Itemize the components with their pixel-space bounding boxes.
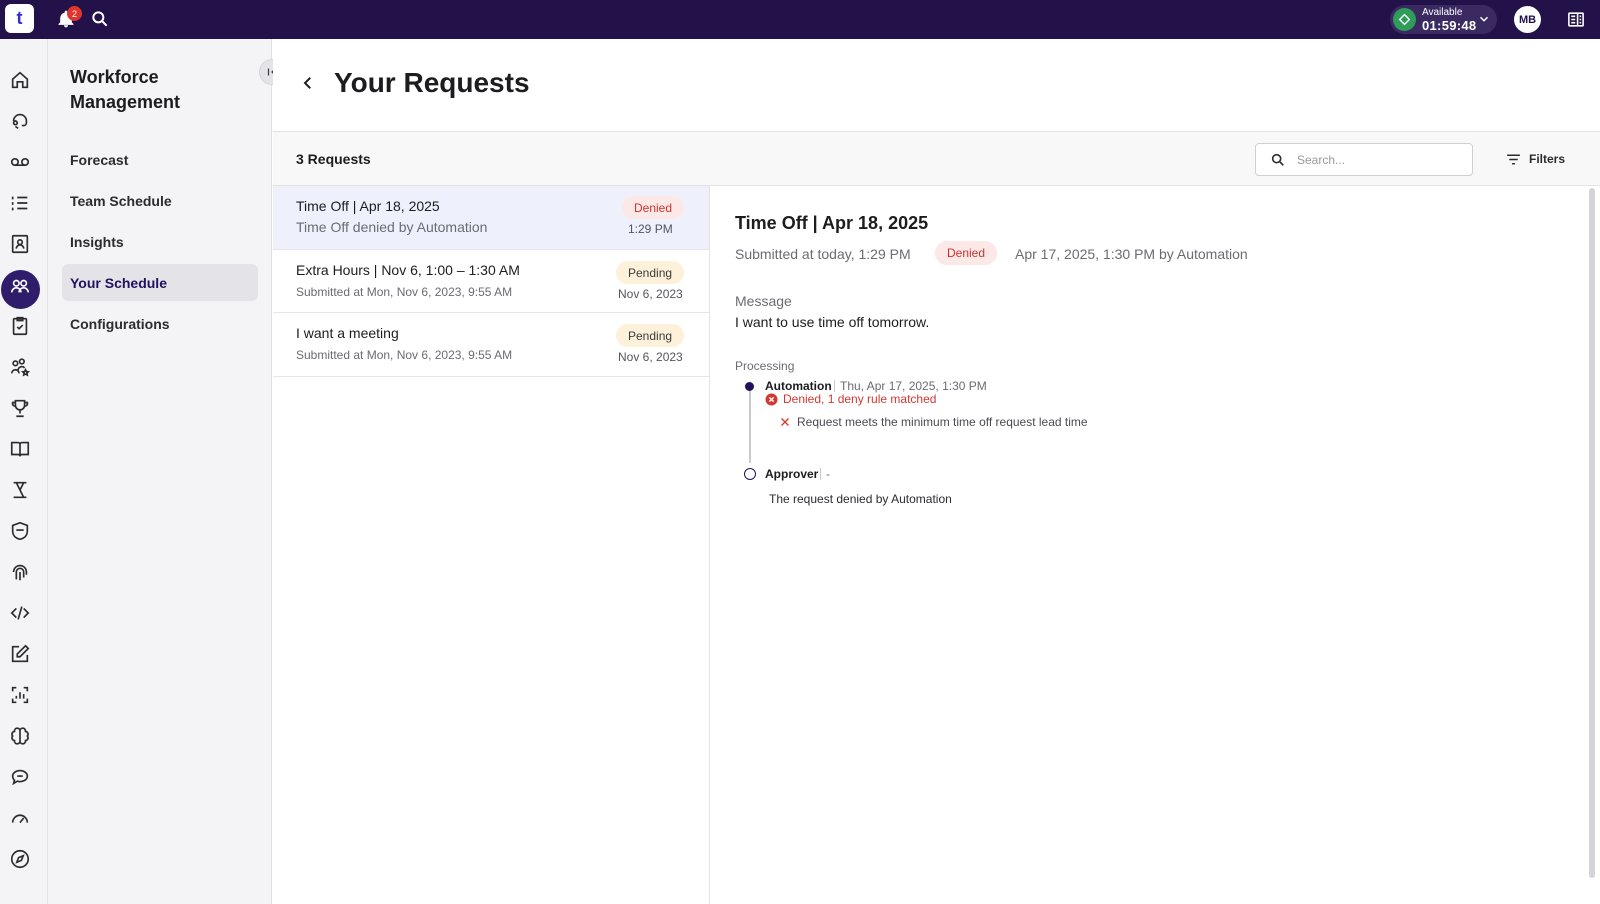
request-title: Extra Hours | Nov 6, 1:00 – 1:30 AM (296, 262, 520, 278)
page-title: Your Requests (334, 67, 530, 98)
request-subtitle: Time Off denied by Automation (296, 219, 488, 235)
step-name: Approver (765, 467, 819, 481)
step-name: Automation (765, 379, 832, 393)
request-item[interactable]: Extra Hours | Nov 6, 1:00 – 1:30 AM Subm… (273, 250, 709, 313)
search-icon[interactable] (90, 9, 110, 29)
dashboard-gauge-icon[interactable] (9, 807, 31, 829)
request-title: Time Off | Apr 18, 2025 (296, 198, 440, 214)
logo-letter: t (16, 8, 23, 28)
requests-toolbar: 3 Requests Filters (273, 132, 1600, 186)
voicemail-icon[interactable] (9, 151, 31, 173)
status-badge: Pending (616, 324, 685, 347)
edit-icon[interactable] (9, 643, 31, 665)
request-subtitle: Submitted at Mon, Nov 6, 2023, 9:55 AM (296, 285, 513, 299)
user-avatar[interactable]: MB (1514, 6, 1541, 33)
timeline-dot-filled (745, 382, 754, 391)
status-timer: 01:59:48 (1422, 18, 1477, 33)
step-meta: - (826, 467, 830, 481)
module-sidebar: Workforce Management Forecast Team Sched… (48, 39, 285, 904)
workforce-icon[interactable] (9, 275, 31, 297)
analytics-icon[interactable] (9, 684, 31, 706)
detail-scrollbar[interactable] (1589, 188, 1595, 878)
request-detail: Time Off | Apr 18, 2025 Submitted at tod… (711, 186, 1589, 904)
routing-icon[interactable] (9, 479, 31, 501)
book-icon[interactable] (9, 438, 31, 460)
filters-label: Filters (1529, 152, 1566, 166)
search-icon (1271, 153, 1284, 166)
step-meta: Thu, Apr 17, 2025, 1:30 PM (840, 379, 987, 393)
brain-icon[interactable] (9, 725, 31, 747)
contacts-icon[interactable] (9, 233, 31, 255)
message-label: Message (735, 293, 792, 309)
clipboard-check-icon[interactable] (9, 315, 31, 337)
nav-item-configurations[interactable]: Configurations (62, 305, 258, 342)
module-title: Workforce Management (70, 67, 181, 112)
message-text: I want to use time off tomorrow. (735, 314, 930, 330)
error-circle-icon (765, 393, 778, 405)
nav-item-team-schedule[interactable]: Team Schedule (62, 182, 258, 219)
request-date: Nov 6, 2023 (618, 350, 683, 364)
request-subtitle: Submitted at Mon, Nov 6, 2023, 9:55 AM (296, 348, 513, 362)
detail-status-badge: Denied (935, 241, 998, 265)
side-panel-icon[interactable] (1566, 10, 1586, 29)
detail-submitted: Submitted at today, 1:29 PM (735, 246, 911, 262)
top-bar: t 2 Available 01:59:48 MB (0, 0, 1600, 39)
request-date: Nov 6, 2023 (618, 287, 683, 301)
fingerprint-icon[interactable] (9, 561, 31, 583)
detail-title: Time Off | Apr 18, 2025 (735, 213, 929, 233)
chat-icon[interactable] (9, 766, 31, 788)
page-header: Your Requests (273, 39, 1600, 132)
request-item[interactable]: I want a meeting Submitted at Mon, Nov 6… (273, 313, 709, 377)
step-result-text: Denied, 1 deny rule matched (783, 392, 937, 406)
timeline-dot-hollow (744, 468, 756, 480)
status-badge: Pending (616, 261, 685, 284)
back-arrow-icon[interactable] (299, 74, 317, 92)
code-icon[interactable] (9, 602, 31, 624)
step-rule-text: Request meets the minimum time off reque… (797, 415, 1088, 429)
compass-icon[interactable] (9, 848, 31, 870)
trophy-icon[interactable] (9, 397, 31, 419)
step-rule: Request meets the minimum time off reque… (779, 415, 1088, 429)
processing-label: Processing (735, 359, 795, 373)
request-title: I want a meeting (296, 325, 399, 341)
team-star-icon[interactable] (9, 356, 31, 378)
filter-icon (1507, 153, 1520, 165)
step-note: The request denied by Automation (769, 492, 952, 506)
step-separator (820, 468, 821, 480)
request-count: 3 Requests (296, 151, 371, 167)
timeline-line (749, 385, 751, 463)
filters-button[interactable]: Filters (1505, 149, 1565, 169)
step-result: Denied, 1 deny rule matched (765, 392, 936, 406)
availability-status[interactable]: Available 01:59:48 (1390, 5, 1497, 34)
list-icon[interactable] (9, 192, 31, 214)
nav-item-your-schedule[interactable]: Your Schedule (62, 264, 258, 301)
availability-diamond-icon (1393, 8, 1416, 31)
home-icon[interactable] (9, 69, 31, 91)
nav-item-insights[interactable]: Insights (62, 223, 258, 260)
nav-item-forecast[interactable]: Forecast (62, 141, 258, 178)
app-logo[interactable]: t (5, 4, 34, 33)
chevron-down-icon[interactable] (1477, 12, 1491, 26)
search-field[interactable] (1255, 143, 1473, 176)
request-date: 1:29 PM (628, 222, 673, 236)
detail-decided: Apr 17, 2025, 1:30 PM by Automation (1015, 246, 1248, 262)
shield-icon[interactable] (9, 520, 31, 542)
agent-assist-icon[interactable] (9, 110, 31, 132)
search-input[interactable] (1297, 150, 1465, 170)
close-icon (781, 418, 789, 426)
step-separator (834, 380, 835, 392)
status-badge: Denied (622, 196, 685, 219)
request-list: Time Off | Apr 18, 2025 Time Off denied … (273, 186, 710, 904)
request-item[interactable]: Time Off | Apr 18, 2025 Time Off denied … (273, 186, 709, 250)
left-rail (0, 39, 48, 904)
notification-badge: 2 (67, 6, 82, 21)
